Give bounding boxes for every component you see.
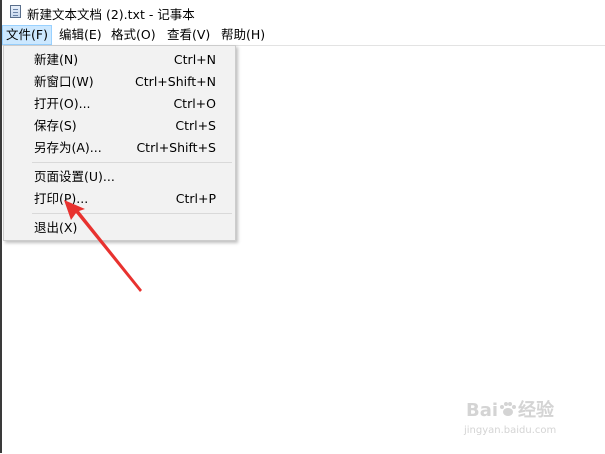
watermark-brand: Bai xyxy=(466,400,499,421)
annotation-arrow xyxy=(64,200,142,292)
paw-icon xyxy=(500,402,517,416)
watermark-suffix: 经验 xyxy=(518,400,555,421)
watermark-url: jingyan.baidu.com xyxy=(464,425,557,436)
red-arrow-icon xyxy=(64,200,142,292)
watermark: Bai 经验 xyxy=(466,396,554,422)
